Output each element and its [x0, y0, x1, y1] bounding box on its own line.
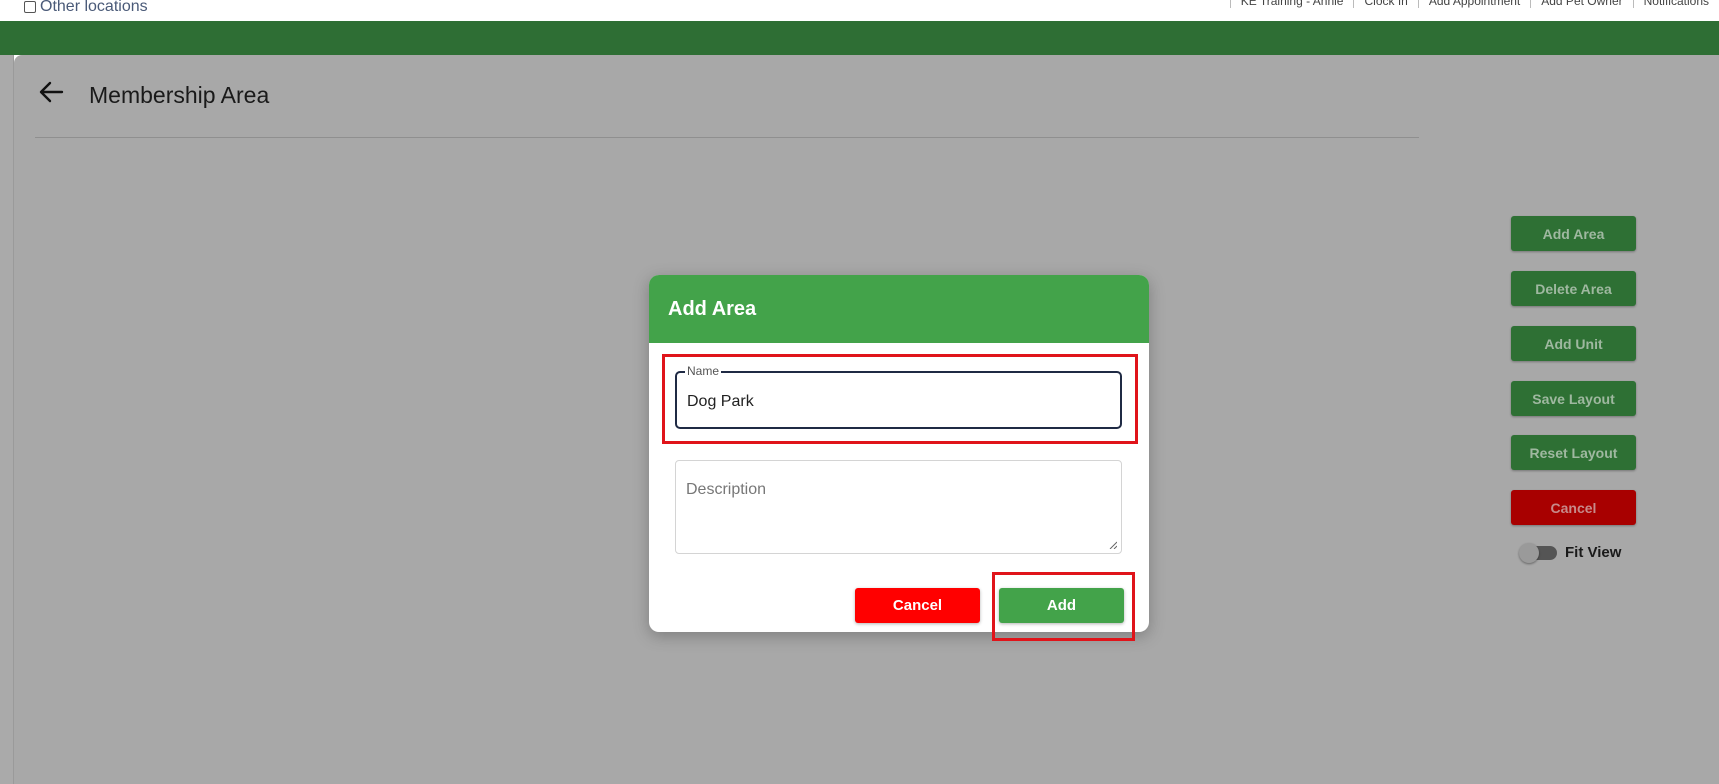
add-area-dialog: Add Area Name Cancel Add	[649, 275, 1149, 632]
delete-area-button[interactable]: Delete Area	[1511, 271, 1636, 306]
side-cancel-button[interactable]: Cancel	[1511, 490, 1636, 525]
back-arrow-icon[interactable]	[38, 80, 64, 104]
name-label: Name	[685, 364, 722, 378]
header-bar	[0, 21, 1719, 55]
cancel-button[interactable]: Cancel	[855, 588, 980, 623]
top-link-add-pet-owner[interactable]: Add Pet Owner	[1530, 0, 1632, 8]
add-area-button[interactable]: Add Area	[1511, 216, 1636, 251]
reset-layout-button[interactable]: Reset Layout	[1511, 435, 1636, 470]
name-input[interactable]	[687, 393, 1107, 411]
add-button[interactable]: Add	[999, 588, 1124, 623]
checkbox-box[interactable]	[24, 1, 36, 13]
name-field: Name	[675, 364, 1122, 429]
top-link-notifications[interactable]: Notifications	[1632, 0, 1719, 8]
top-link-clock-in[interactable]: Clock In	[1353, 0, 1417, 8]
top-strip: Other locations KE Training - Annie Cloc…	[0, 0, 1719, 21]
top-links: KE Training - Annie Clock In Add Appoint…	[1229, 0, 1719, 8]
title-divider	[35, 137, 1419, 138]
save-layout-button[interactable]: Save Layout	[1511, 381, 1636, 416]
other-locations-label: Other locations	[40, 0, 148, 15]
description-input[interactable]	[676, 461, 1121, 553]
add-unit-button[interactable]: Add Unit	[1511, 326, 1636, 361]
page-title: Membership Area	[89, 82, 270, 108]
toggle-knob	[1519, 542, 1539, 563]
top-link-training[interactable]: KE Training - Annie	[1229, 0, 1354, 8]
resize-grip-icon[interactable]	[1109, 541, 1117, 549]
fit-view-label: Fit View	[1565, 544, 1622, 561]
fit-view-control: Fit View	[1519, 542, 1622, 563]
fit-view-toggle[interactable]	[1519, 542, 1557, 563]
dialog-header: Add Area	[649, 275, 1149, 343]
dialog-title: Add Area	[668, 297, 757, 320]
other-locations-checkbox[interactable]: Other locations	[24, 0, 148, 16]
left-edge	[0, 55, 14, 784]
description-field	[675, 460, 1122, 554]
top-link-add-appointment[interactable]: Add Appointment	[1417, 0, 1530, 8]
